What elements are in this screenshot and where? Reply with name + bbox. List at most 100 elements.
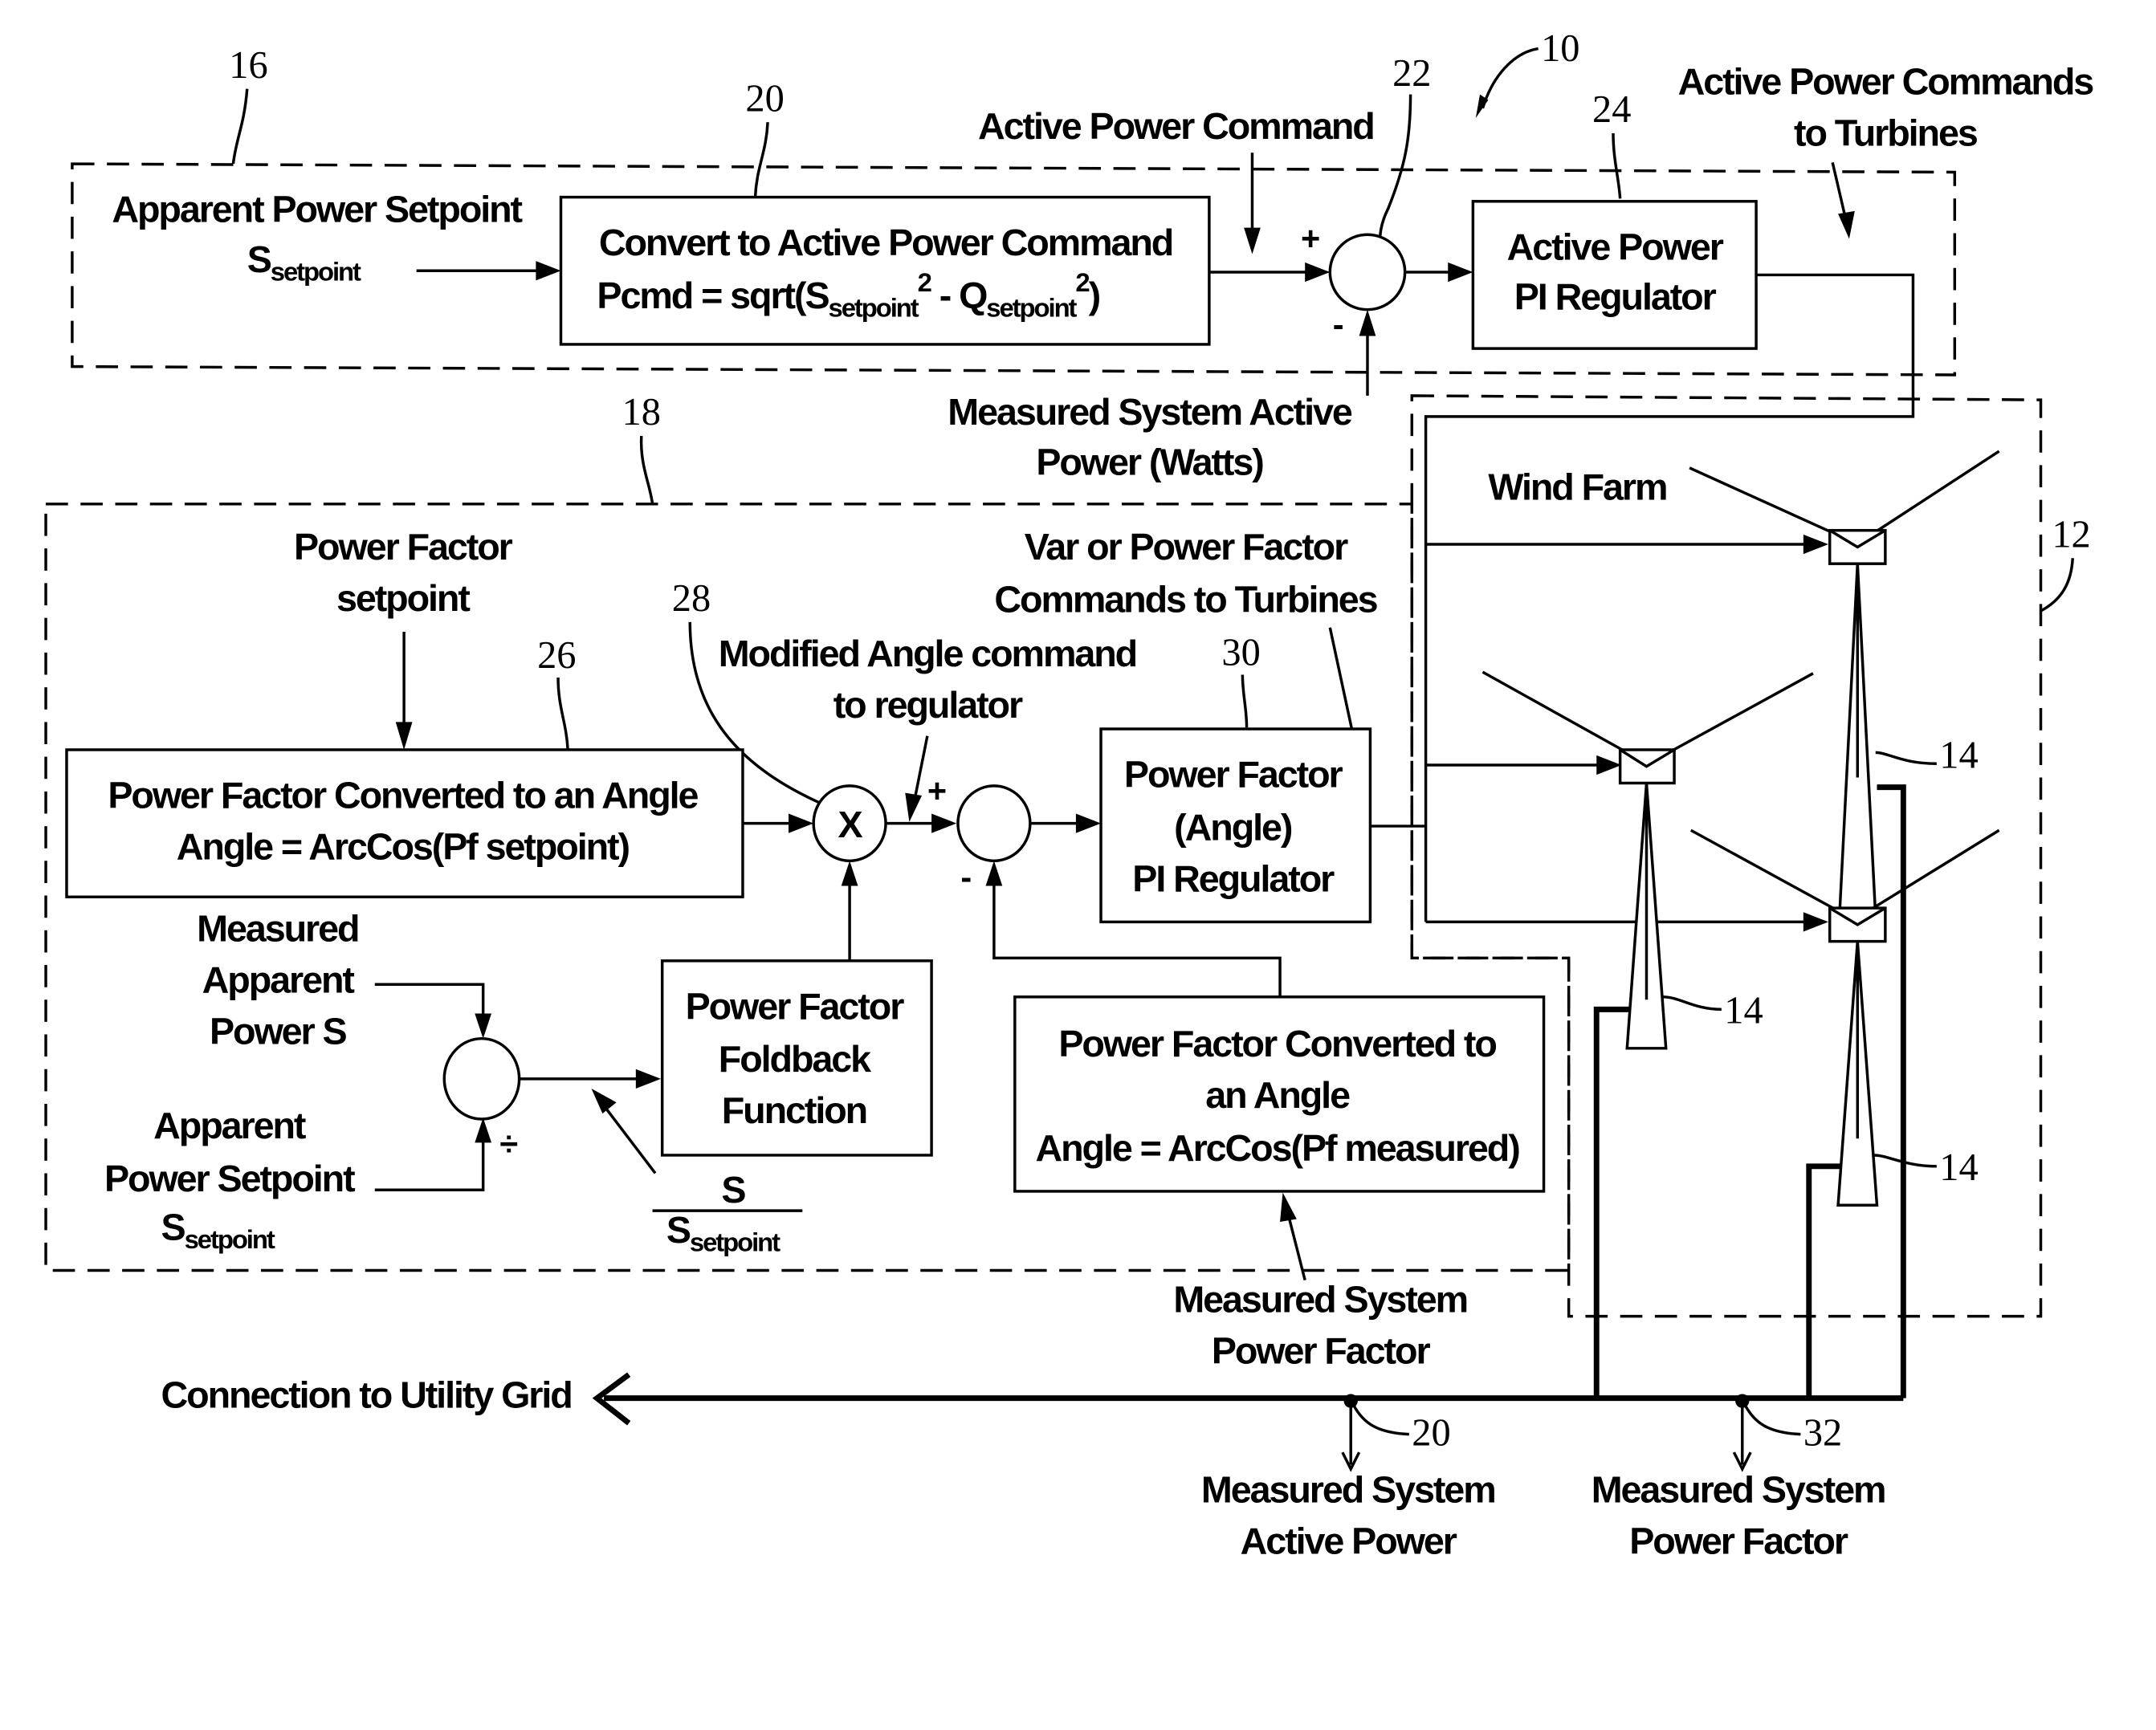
plus-sign: +: [927, 772, 947, 810]
arrowhead: [1803, 912, 1828, 932]
setpoint-s-line2: Power Setpoint: [104, 1158, 355, 1199]
active-power-pi-regulator: [1471, 200, 1758, 350]
wind-farm-control-diagram: 16 20 22 10 24 18 12 26 28 30 Apparent P…: [44, 27, 2095, 1561]
arrowhead: [1305, 262, 1331, 283]
arrowhead: [1359, 309, 1376, 336]
modified-angle-label-line2: to regulator: [833, 684, 1023, 726]
turbine-icon: [1481, 670, 1814, 1050]
pf-setpoint-to-angle-block: [65, 748, 744, 899]
arrowhead: [841, 861, 858, 886]
arrowhead: [635, 1069, 661, 1089]
arrowhead: [536, 261, 561, 281]
ref-28: 28: [672, 577, 711, 620]
foldback-line1: Power Factor: [686, 985, 905, 1027]
active-commands-label-line1: Active Power Commands: [1678, 61, 2094, 103]
leader-14-mid: [1663, 995, 1722, 1012]
arrowhead: [475, 1013, 492, 1039]
ref-14-bottom: 14: [1939, 1146, 1978, 1189]
arrowhead: [1280, 1192, 1297, 1222]
var-commands-label-line1: Var or Power Factor: [1025, 526, 1348, 568]
modified-angle-label-line1: Modified Angle command: [719, 633, 1136, 674]
multiplier-symbol: X: [838, 804, 863, 845]
arrowhead: [985, 861, 1003, 886]
ratio-denominator: Ssetpoint: [666, 1209, 780, 1256]
leader-18: [639, 435, 654, 505]
ref-20-convert: 20: [745, 77, 784, 120]
grid-connection-label: Connection to Utility Grid: [161, 1374, 572, 1416]
measured-convert-line2: an Angle: [1205, 1074, 1350, 1116]
turbine-icon: [1689, 450, 2000, 918]
ref-22: 22: [1392, 52, 1431, 95]
minus-sign: -: [960, 858, 972, 896]
foldback-line2: Foldback: [719, 1038, 871, 1080]
measured-pf-label-line1: Measured System: [1173, 1278, 1467, 1320]
foldback-line3: Function: [722, 1089, 866, 1131]
ref-12: 12: [2052, 513, 2090, 556]
pf-setpoint-label-line1: Power Factor: [294, 526, 513, 568]
arrowhead: [395, 722, 413, 750]
ref-18: 18: [622, 391, 661, 434]
active-pi-line2: PI Regulator: [1514, 276, 1717, 318]
arrowhead: [1075, 813, 1102, 833]
arrowhead: [1448, 262, 1473, 283]
measured-active-power-line1: Measured System: [1201, 1468, 1495, 1510]
ref-26: 26: [537, 634, 576, 677]
measured-pf-line2: Power Factor: [1629, 1520, 1848, 1561]
convert-to-active-power-block: [559, 195, 1211, 346]
measured-convert-line3: Angle = ArcCos(Pf measured): [1035, 1127, 1519, 1169]
ref-10: 10: [1541, 27, 1579, 70]
measured-s-line1: Measured: [197, 908, 358, 950]
arrowhead: [475, 1117, 492, 1143]
power-line-turbine-bottom: [1806, 1163, 1841, 1398]
power-factor-controller: Power Factor setpoint Power Factor Conve…: [44, 503, 1571, 1371]
var-commands-label-line2: Commands to Turbines: [994, 579, 1377, 621]
arrowhead: [1596, 755, 1622, 775]
leader-12: [2040, 558, 2074, 613]
ref-16: 16: [229, 44, 267, 87]
plus-sign: +: [1301, 219, 1320, 257]
s-setpoint-label: Ssetpoint: [247, 238, 361, 286]
measured-s-line2: Apparent: [202, 959, 355, 1001]
ref-14-mid: 14: [1724, 990, 1763, 1032]
ref-32: 32: [1803, 1411, 1842, 1454]
minus-sign: -: [1333, 306, 1344, 344]
arrowhead: [1244, 227, 1261, 254]
pf-sum-junction: [956, 784, 1032, 863]
arrow-measured-s-to-divider: [374, 983, 485, 1021]
arrowhead: [931, 813, 957, 833]
leader-16: [231, 88, 249, 165]
arrowhead: [905, 792, 922, 822]
ref-30: 30: [1221, 631, 1260, 674]
active-pi-line1: Active Power: [1507, 226, 1724, 267]
arrowhead: [1838, 210, 1855, 239]
pf-pi-line3: PI Regulator: [1132, 857, 1335, 899]
leader-32: [1743, 1404, 1801, 1436]
ref-20-measure: 20: [1412, 1411, 1450, 1454]
convert-block-title: Convert to Active Power Command: [599, 222, 1172, 263]
measured-pf-pointer: [1286, 1214, 1306, 1281]
leader-30: [1241, 674, 1249, 728]
pf-pi-line2: (Angle): [1174, 806, 1292, 848]
active-commands-label-line2: to Turbines: [1794, 112, 1978, 154]
pf-pi-line1: Power Factor: [1124, 754, 1343, 796]
measured-pf-line1: Measured System: [1592, 1468, 1885, 1510]
leader-14-top: [1875, 751, 1937, 765]
wind-farm-label: Wind Farm: [1488, 466, 1666, 508]
pf-convert-line2: Angle = ArcCos(Pf setpoint): [177, 826, 630, 868]
arrowhead: [789, 813, 814, 833]
measured-active-power-label-line2: Power (Watts): [1036, 441, 1263, 482]
active-power-command-label: Active Power Command: [978, 105, 1374, 147]
measured-active-power-line2: Active Power: [1241, 1520, 1457, 1561]
setpoint-s-line1: Apparent: [153, 1105, 306, 1146]
leader-20: [753, 122, 769, 197]
ratio-pointer: [601, 1102, 657, 1174]
arrow-setpoint-s-to-divider: [374, 1135, 485, 1191]
setpoint-s-line3: Ssetpoint: [161, 1206, 275, 1253]
active-sum-junction: [1328, 233, 1407, 311]
modified-label-pointer: [913, 735, 929, 799]
arrowhead: [591, 1088, 617, 1114]
pf-setpoint-label-line2: setpoint: [336, 577, 470, 619]
leader-26: [556, 678, 569, 751]
power-line-turbine-mid: [1593, 1006, 1630, 1398]
ratio-numerator: S: [721, 1169, 745, 1211]
